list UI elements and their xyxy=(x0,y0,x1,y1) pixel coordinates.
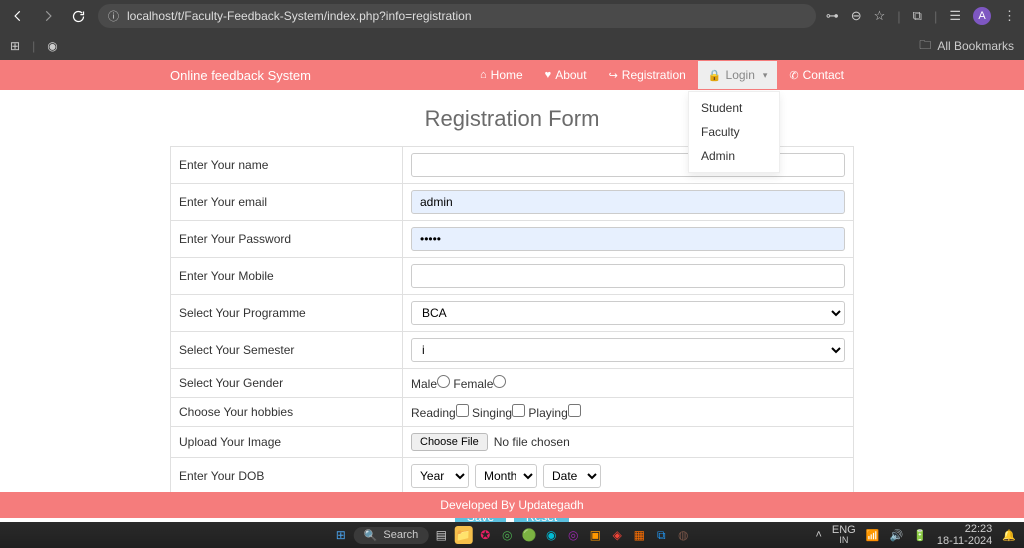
browser-toolbar: ⓘ localhost/t/Faculty-Feedback-System/in… xyxy=(0,0,1024,32)
signin-icon: ↪ xyxy=(609,69,618,82)
label-gender: Select Your Gender xyxy=(171,369,403,398)
folder-icon: 🗀 xyxy=(919,36,931,57)
password-key-icon[interactable]: ⊶ xyxy=(826,8,839,24)
nav-links: ⌂Home ♥About ↪Registration 🔒Login▾ ✆Cont… xyxy=(470,61,854,89)
semester-select[interactable]: i xyxy=(411,338,845,362)
bookmark-star-icon[interactable]: ☆ xyxy=(874,8,886,24)
explorer-icon[interactable]: 📁 xyxy=(454,526,472,544)
nav-about[interactable]: ♥About xyxy=(535,61,597,89)
dropdown-admin[interactable]: Admin xyxy=(689,144,779,168)
address-bar[interactable]: ⓘ localhost/t/Faculty-Feedback-System/in… xyxy=(98,4,816,28)
registration-form: Enter Your name Enter Your email Enter Y… xyxy=(170,146,854,495)
page-content: Registration Form Enter Your name Enter … xyxy=(0,90,1024,539)
dob-year-select[interactable]: Year xyxy=(411,464,469,488)
edge-icon[interactable]: ◉ xyxy=(542,526,560,544)
file-status: No file chosen xyxy=(494,435,570,449)
reload-icon xyxy=(71,9,86,24)
gender-female-radio[interactable] xyxy=(493,375,506,388)
clock-date: 18-11-2024 xyxy=(937,535,992,547)
url-text: localhost/t/Faculty-Feedback-System/inde… xyxy=(127,9,472,23)
phone-icon: ✆ xyxy=(789,69,798,82)
zoom-icon[interactable]: ⊖ xyxy=(851,8,862,24)
bookmark-folder-icon[interactable]: ◉ xyxy=(47,39,57,53)
hobby-singing-check[interactable] xyxy=(512,404,525,417)
nav-login[interactable]: 🔒Login▾ xyxy=(698,61,778,89)
app-navbar: Online feedback System ⌂Home ♥About ↪Reg… xyxy=(0,60,1024,90)
home-icon: ⌂ xyxy=(480,69,487,81)
label-password: Enter Your Password xyxy=(171,221,403,258)
nav-home[interactable]: ⌂Home xyxy=(470,61,533,89)
vscode-icon[interactable]: ⧉ xyxy=(652,526,670,544)
site-info-icon[interactable]: ⓘ xyxy=(108,8,119,24)
email-input[interactable] xyxy=(411,190,845,214)
label-programme: Select Your Programme xyxy=(171,295,403,332)
choose-file-button[interactable]: Choose File xyxy=(411,433,488,451)
gender-female-label: Female xyxy=(453,377,493,391)
programme-select[interactable]: BCA xyxy=(411,301,845,325)
label-dob: Enter Your DOB xyxy=(171,458,403,495)
gender-male-radio[interactable] xyxy=(437,375,450,388)
forward-button[interactable] xyxy=(38,6,58,26)
label-mobile: Enter Your Mobile xyxy=(171,258,403,295)
all-bookmarks-button[interactable]: 🗀 All Bookmarks xyxy=(919,36,1014,57)
reload-button[interactable] xyxy=(68,6,88,26)
dob-date-select[interactable]: Date xyxy=(543,464,601,488)
hobby-reading-check[interactable] xyxy=(456,404,469,417)
start-button[interactable]: ⊞ xyxy=(332,526,350,544)
password-input[interactable] xyxy=(411,227,845,251)
arrow-right-icon xyxy=(41,9,55,23)
arrow-left-icon xyxy=(11,9,25,23)
bookmarks-bar: ⊞ | ◉ 🗀 All Bookmarks xyxy=(0,32,1024,60)
hobby-reading-label: Reading xyxy=(411,406,456,420)
windows-taskbar: ⊞ 🔍 Search ▤ 📁 ✪ ◎ 🟢 ◉ ◎ ▣ ◈ ▦ ⧉ ◍ ˄ ENG… xyxy=(0,522,1024,548)
label-email: Enter Your email xyxy=(171,184,403,221)
chrome-icon[interactable]: 🟢 xyxy=(520,526,538,544)
search-icon: 🔍 xyxy=(364,529,378,542)
app-icon-2[interactable]: ◎ xyxy=(498,526,516,544)
back-button[interactable] xyxy=(8,6,28,26)
tray-chevron-icon[interactable]: ˄ xyxy=(815,529,821,541)
notifications-icon[interactable]: 🔔 xyxy=(1002,529,1016,542)
app-icon-3[interactable]: ◎ xyxy=(564,526,582,544)
side-panel-icon[interactable]: ☰ xyxy=(949,8,961,24)
volume-icon[interactable]: 🔊 xyxy=(889,529,903,542)
profile-avatar[interactable]: A xyxy=(973,7,991,25)
dropdown-faculty[interactable]: Faculty xyxy=(689,120,779,144)
chrome-menu-icon[interactable]: ⋮ xyxy=(1003,8,1016,24)
hobby-playing-check[interactable] xyxy=(568,404,581,417)
label-name: Enter Your name xyxy=(171,147,403,184)
app-icon-4[interactable]: ▣ xyxy=(586,526,604,544)
caret-down-icon: ▾ xyxy=(763,70,768,81)
hobby-singing-label: Singing xyxy=(472,406,512,420)
lock-icon: 🔒 xyxy=(708,69,722,82)
clock-time[interactable]: 22:23 xyxy=(937,523,992,535)
battery-icon[interactable]: 🔋 xyxy=(913,529,927,542)
heart-icon: ♥ xyxy=(545,69,552,81)
nav-registration[interactable]: ↪Registration xyxy=(599,61,696,89)
label-image: Upload Your Image xyxy=(171,427,403,458)
chrome-right-controls: ⊶ ⊖ ☆ | ⧉ | ☰ A ⋮ xyxy=(826,7,1016,25)
page-footer: Developed By Updategadh xyxy=(0,492,1024,518)
login-dropdown: Student Faculty Admin xyxy=(688,91,780,173)
wifi-icon[interactable]: 📶 xyxy=(866,529,880,542)
task-view-icon[interactable]: ▤ xyxy=(432,526,450,544)
app-icon-1[interactable]: ✪ xyxy=(476,526,494,544)
region-indicator: IN xyxy=(832,536,856,545)
extensions-icon[interactable]: ⧉ xyxy=(913,8,922,24)
dob-month-select[interactable]: Month xyxy=(475,464,537,488)
label-hobbies: Choose Your hobbies xyxy=(171,398,403,427)
dropdown-student[interactable]: Student xyxy=(689,96,779,120)
brand-title: Online feedback System xyxy=(170,68,311,83)
gender-male-label: Male xyxy=(411,377,437,391)
nav-contact[interactable]: ✆Contact xyxy=(779,61,854,89)
app-icon-6[interactable]: ▦ xyxy=(630,526,648,544)
apps-grid-icon[interactable]: ⊞ xyxy=(10,39,20,53)
app-icon-5[interactable]: ◈ xyxy=(608,526,626,544)
label-semester: Select Your Semester xyxy=(171,332,403,369)
taskbar-search[interactable]: 🔍 Search xyxy=(354,527,429,544)
mobile-input[interactable] xyxy=(411,264,845,288)
app-icon-7[interactable]: ◍ xyxy=(674,526,692,544)
hobby-playing-label: Playing xyxy=(528,406,567,420)
